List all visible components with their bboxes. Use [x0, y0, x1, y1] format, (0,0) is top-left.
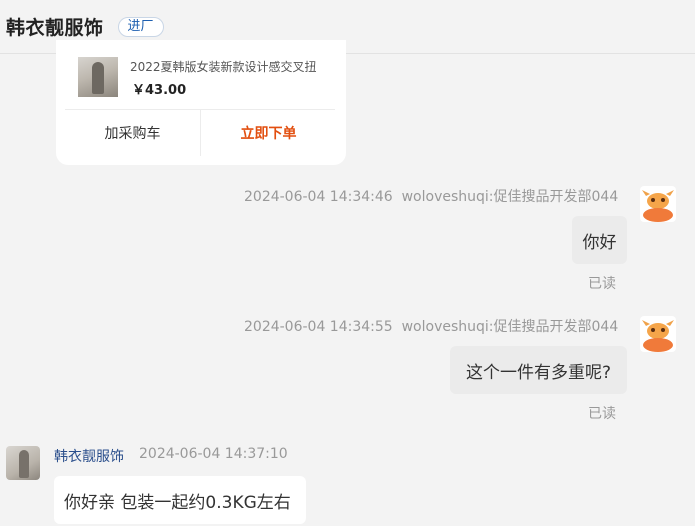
message-time: 2024-06-04 14:37:10 [139, 446, 288, 462]
order-now-button[interactable]: 立即下单 [201, 110, 336, 156]
product-card[interactable]: 2022夏韩版女装新款设计感交叉扭 ￥43.00 加采购车 立即下单 [56, 40, 346, 165]
message-sender[interactable]: 韩衣靓服饰 [54, 446, 124, 466]
read-status: 已读 [588, 276, 616, 292]
message-sender: woloveshuqi:促佳搜品开发部044 [401, 319, 619, 335]
message-time: 2024-06-04 14:34:46 [244, 189, 393, 205]
factory-badge[interactable]: 进厂 [117, 16, 164, 37]
message-bubble[interactable]: 这个一件有多重呢? [450, 346, 627, 394]
shop-title: 韩衣靓服饰 [6, 17, 104, 39]
message-time: 2024-06-04 14:34:55 [244, 319, 393, 335]
add-to-cart-button[interactable]: 加采购车 [65, 110, 200, 156]
message-meta: 2024-06-04 14:34:46 woloveshuqi:促佳搜品开发部0… [244, 186, 618, 206]
message-sender: woloveshuqi:促佳搜品开发部044 [401, 189, 619, 205]
shop-avatar[interactable] [6, 446, 40, 480]
message-bubble[interactable]: 你好亲 包装一起约0.3KG左右 [54, 476, 306, 524]
product-name[interactable]: 2022夏韩版女装新款设计感交叉扭 [130, 58, 330, 75]
product-price: ￥43.00 [132, 83, 187, 98]
bull-avatar-icon[interactable] [640, 316, 676, 352]
product-thumbnail[interactable] [78, 57, 118, 97]
message-bubble[interactable]: 你好 [572, 216, 627, 264]
read-status: 已读 [588, 406, 616, 422]
message-meta: 2024-06-04 14:34:55 woloveshuqi:促佳搜品开发部0… [244, 316, 618, 336]
bull-avatar-icon[interactable] [640, 186, 676, 222]
